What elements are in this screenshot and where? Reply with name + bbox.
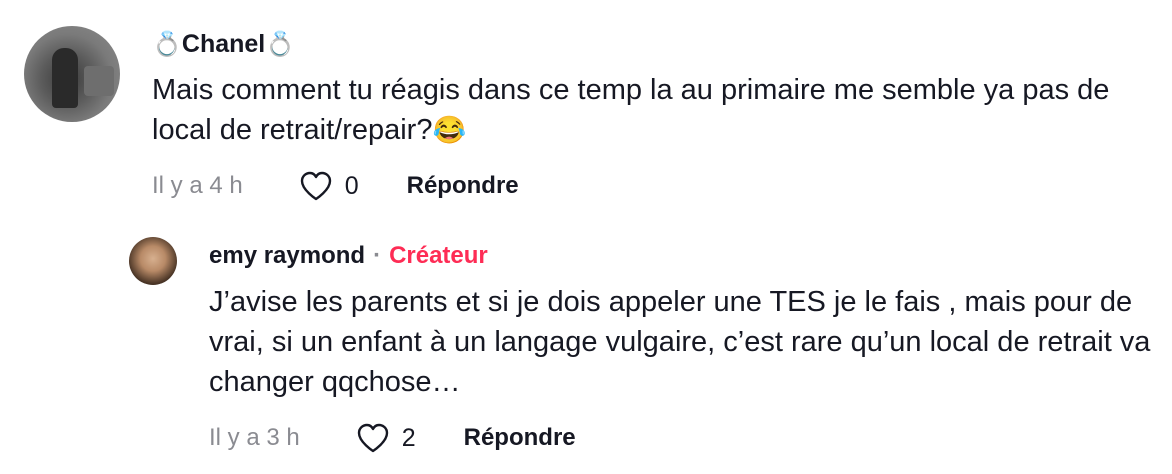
reply-username-text[interactable]: emy raymond xyxy=(209,242,365,270)
reply-text-container: J’avise les parents et si je dois appele… xyxy=(209,282,1154,402)
avatar-background-shape xyxy=(84,66,114,96)
ring-emoji-icon: 💍 xyxy=(265,31,296,58)
avatar-figure xyxy=(52,48,78,108)
laughing-emoji-icon: 😂 xyxy=(432,115,467,145)
creator-badge: Créateur xyxy=(389,242,488,269)
comment-meta-row: Il y a 4 h 0 Répondre xyxy=(152,170,519,202)
comment-timestamp: Il y a 4 h xyxy=(152,172,243,199)
comment-username-text[interactable]: Chanel xyxy=(182,30,265,59)
heart-outline-icon[interactable] xyxy=(299,170,333,202)
reply-username: emy raymond · Créateur xyxy=(209,242,488,270)
avatar[interactable] xyxy=(24,26,120,122)
comment-text-container: Mais comment tu réagis dans ce temp la a… xyxy=(152,70,1142,150)
ring-emoji-icon: 💍 xyxy=(152,31,182,58)
comment-username[interactable]: 💍 Chanel 💍 xyxy=(152,30,295,59)
like-count: 0 xyxy=(344,171,359,200)
heart-outline-icon[interactable] xyxy=(356,422,390,454)
separator-dot: · xyxy=(373,242,382,269)
avatar[interactable] xyxy=(129,237,177,285)
reply-text: J’avise les parents et si je dois appele… xyxy=(209,286,1151,398)
reply-timestamp: Il y a 3 h xyxy=(209,424,300,451)
reply-meta-row: Il y a 3 h 2 Répondre xyxy=(209,422,576,454)
like-count: 2 xyxy=(401,423,416,452)
comment-text: Mais comment tu réagis dans ce temp la a… xyxy=(152,74,1110,146)
reply-button[interactable]: Répondre xyxy=(464,424,576,452)
reply-button[interactable]: Répondre xyxy=(407,172,519,200)
